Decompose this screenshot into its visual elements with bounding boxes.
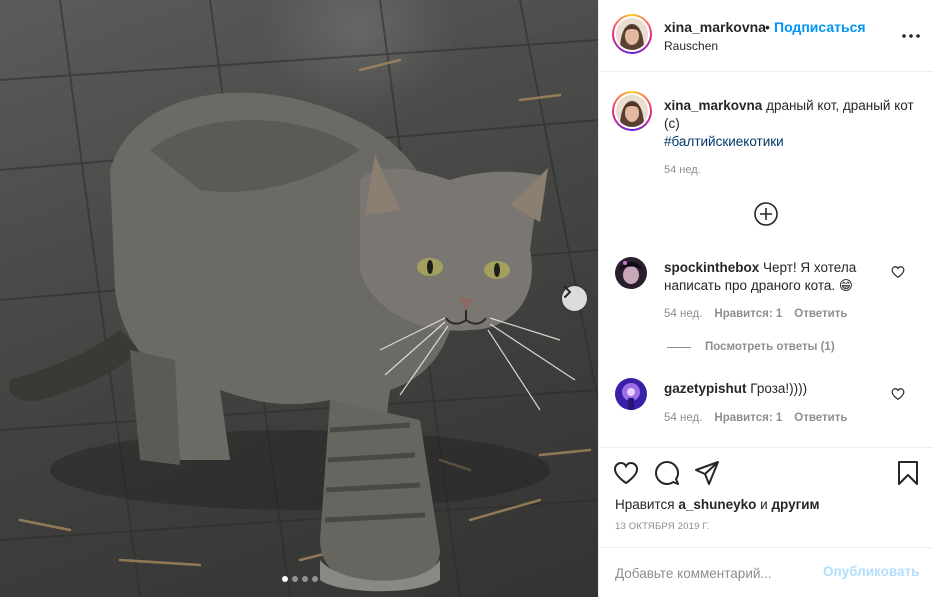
avatar[interactable]: [612, 14, 652, 54]
carousel-dot: [312, 576, 318, 582]
comment-meta: 54 нед. Нравится: 1 Ответить: [664, 308, 859, 320]
reply-button[interactable]: Ответить: [794, 308, 847, 320]
likes-summary: Нравится a_shuneyko и другим: [615, 497, 820, 512]
heart-icon[interactable]: [613, 460, 639, 486]
comment-time[interactable]: 54 нед.: [664, 412, 702, 424]
likes-user-link[interactable]: a_shuneyko: [678, 497, 756, 512]
comment-body: gazetypishut Гроза!)))): [664, 380, 874, 398]
chevron-right-icon: [564, 286, 572, 298]
comment-input[interactable]: [615, 563, 815, 583]
follow-button[interactable]: Подписаться: [774, 19, 866, 35]
reply-button[interactable]: Ответить: [794, 412, 847, 424]
post-date[interactable]: 13 ОКТЯБРЯ 2019 Г.: [615, 521, 709, 532]
post-sidebar: xina_markovna • Подписаться Rauschen xin…: [598, 0, 933, 597]
send-icon[interactable]: [694, 460, 720, 486]
caption-avatar[interactable]: [612, 91, 652, 131]
comment-like-heart-icon[interactable]: [891, 387, 905, 401]
comment-text: Гроза!)))): [750, 381, 808, 396]
avatar-image: [615, 257, 647, 289]
avatar-image: [616, 18, 648, 50]
caption-timestamp[interactable]: 54 нед.: [664, 164, 701, 176]
carousel-dot: [282, 576, 288, 582]
cat-photo: [0, 0, 598, 597]
comment-likes[interactable]: Нравится: 1: [714, 412, 782, 424]
view-replies-label: Посмотреть ответы (1): [705, 341, 835, 353]
comment-body: spockinthebox Черт! Я хотела написать пр…: [664, 259, 874, 295]
comment-avatar[interactable]: [615, 257, 647, 289]
comment-username[interactable]: spockinthebox: [664, 260, 759, 275]
comment-username[interactable]: gazetypishut: [664, 381, 747, 396]
post-header: xina_markovna • Подписаться Rauschen: [599, 0, 933, 72]
comment-icon[interactable]: [654, 460, 680, 486]
post-image[interactable]: [0, 0, 598, 597]
next-slide-button[interactable]: [562, 286, 587, 311]
likes-and: и: [760, 497, 768, 512]
bookmark-icon[interactable]: [895, 460, 921, 486]
comment-form: Опубликовать: [599, 547, 933, 597]
carousel-dot: [302, 576, 308, 582]
comment-likes[interactable]: Нравится: 1: [714, 308, 782, 320]
caption-username[interactable]: xina_markovna: [664, 98, 762, 113]
comment-like-heart-icon[interactable]: [891, 265, 905, 279]
likes-others-link[interactable]: другим: [771, 497, 819, 512]
likes-prefix: Нравится: [615, 497, 675, 512]
publish-button[interactable]: Опубликовать: [823, 564, 919, 579]
comment-avatar[interactable]: [615, 378, 647, 410]
view-replies-button[interactable]: Посмотреть ответы (1): [667, 341, 835, 353]
carousel-dot: [292, 576, 298, 582]
plus-circle-icon[interactable]: [753, 201, 779, 227]
comment-meta: 54 нед. Нравится: 1 Ответить: [664, 412, 859, 424]
carousel-indicator: [282, 576, 318, 582]
header-separator: •: [765, 19, 770, 35]
more-horizontal-icon[interactable]: [899, 26, 923, 46]
avatar-image: [616, 95, 648, 127]
location-link[interactable]: Rauschen: [664, 39, 718, 53]
hashtag-link[interactable]: #балтийскиекотики: [664, 133, 914, 151]
avatar-image: [615, 378, 647, 410]
comment-time[interactable]: 54 нед.: [664, 308, 702, 320]
header-username[interactable]: xina_markovna: [664, 19, 766, 35]
post-caption: xina_markovna драный кот, драный кот (с)…: [664, 97, 914, 151]
post-actions: Нравится a_shuneyko и другим 13 ОКТЯБРЯ …: [599, 447, 933, 597]
grin-emoji-icon: 😁: [838, 278, 853, 293]
replies-divider: [667, 346, 691, 348]
